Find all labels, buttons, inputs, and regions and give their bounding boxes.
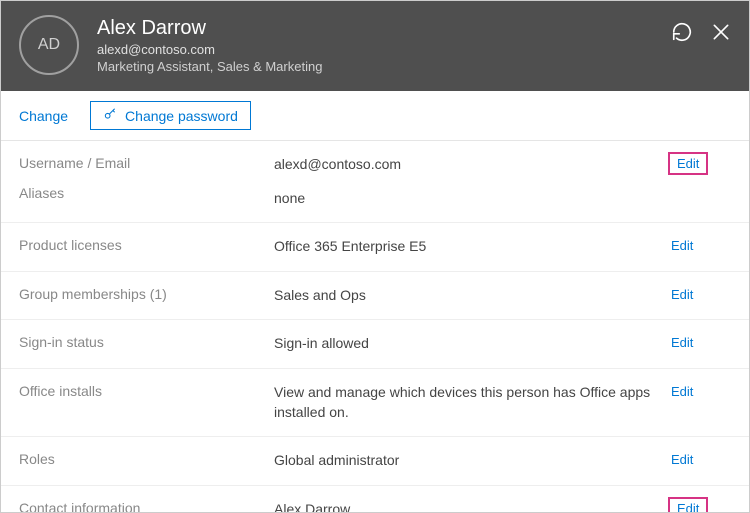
edit-licenses-link[interactable]: Edit — [671, 238, 693, 253]
contact-label: Contact information — [19, 500, 274, 512]
username-label: Username / Email — [19, 155, 274, 171]
row-office: Office installs View and manage which de… — [1, 369, 749, 437]
aliases-value: none — [274, 189, 663, 209]
row-groups: Group memberships (1) Sales and Ops Edit — [1, 272, 749, 321]
value-col: alexd@contoso.com none — [274, 155, 671, 208]
roles-value: Global administrator — [274, 451, 671, 471]
header-actions — [671, 21, 731, 43]
office-label: Office installs — [19, 383, 274, 399]
user-email: alexd@contoso.com — [97, 42, 322, 57]
avatar-initials: AD — [38, 36, 60, 54]
row-contact: Contact information Alex Darrow 425-111-… — [1, 486, 749, 512]
avatar: AD — [19, 15, 79, 75]
change-password-label: Change password — [125, 108, 238, 124]
licenses-label: Product licenses — [19, 237, 274, 253]
user-role: Marketing Assistant, Sales & Marketing — [97, 59, 322, 74]
toolbar: Change Change password — [1, 91, 749, 141]
row-licenses: Product licenses Office 365 Enterprise E… — [1, 223, 749, 272]
user-name: Alex Darrow — [97, 17, 322, 40]
edit-roles-link[interactable]: Edit — [671, 452, 693, 467]
groups-value: Sales and Ops — [274, 286, 671, 306]
edit-username-link[interactable]: Edit — [671, 155, 705, 172]
signin-value: Sign-in allowed — [274, 334, 671, 354]
key-icon — [103, 107, 117, 124]
office-value: View and manage which devices this perso… — [274, 383, 671, 422]
property-rows: Username / Email Aliases alexd@contoso.c… — [1, 141, 749, 512]
aliases-label: Aliases — [19, 185, 274, 201]
edit-signin-link[interactable]: Edit — [671, 335, 693, 350]
row-username: Username / Email Aliases alexd@contoso.c… — [1, 141, 749, 223]
label-col: Username / Email Aliases — [19, 155, 274, 201]
change-password-button[interactable]: Change password — [90, 101, 251, 130]
user-detail-panel: AD Alex Darrow alexd@contoso.com Marketi… — [0, 0, 750, 513]
panel-header: AD Alex Darrow alexd@contoso.com Marketi… — [1, 1, 749, 91]
header-text: Alex Darrow alexd@contoso.com Marketing … — [97, 17, 322, 74]
row-roles: Roles Global administrator Edit — [1, 437, 749, 486]
value-col: Alex Darrow 425-111-4444 — [274, 500, 671, 512]
edit-contact-link[interactable]: Edit — [671, 500, 705, 512]
refresh-icon[interactable] — [671, 21, 693, 43]
edit-office-link[interactable]: Edit — [671, 384, 693, 399]
groups-label: Group memberships (1) — [19, 286, 274, 302]
licenses-value: Office 365 Enterprise E5 — [274, 237, 671, 257]
roles-label: Roles — [19, 451, 274, 467]
row-signin: Sign-in status Sign-in allowed Edit — [1, 320, 749, 369]
change-link[interactable]: Change — [19, 108, 68, 124]
username-value: alexd@contoso.com — [274, 155, 663, 175]
action-col: Edit — [671, 155, 731, 172]
contact-name: Alex Darrow — [274, 500, 663, 512]
signin-label: Sign-in status — [19, 334, 274, 350]
close-icon[interactable] — [711, 21, 731, 43]
edit-groups-link[interactable]: Edit — [671, 287, 693, 302]
